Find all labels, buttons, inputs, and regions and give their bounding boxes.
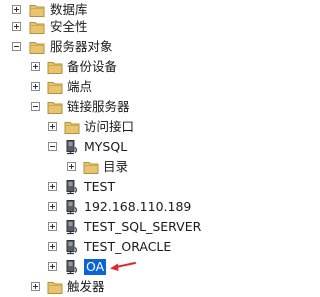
expand-plus-icon[interactable] <box>48 262 57 271</box>
tree-node-triggers[interactable]: 触发器 <box>0 277 272 297</box>
tree-node-label[interactable]: 服务器对象 <box>50 39 113 55</box>
tree-node-linked-servers[interactable]: 链接服务器 <box>0 97 272 117</box>
tree-node-server-objects[interactable]: 服务器对象 <box>0 37 272 57</box>
tree-node-catalogs[interactable]: 目录 <box>0 157 272 177</box>
tree-node-label[interactable]: 目录 <box>103 159 128 175</box>
folder-icon <box>83 159 99 175</box>
folder-icon <box>29 2 45 18</box>
linked-server-icon <box>64 199 80 215</box>
tree-node-label[interactable]: 访问接口 <box>84 119 134 135</box>
folder-icon <box>47 79 63 95</box>
tree-node-label[interactable]: TEST_SQL_SERVER <box>84 219 201 235</box>
object-explorer-tree: 数据库 安全性 服务器对象 备份设备 端点 链接服务器 访问接口 MYSQL 目… <box>0 0 272 297</box>
collapse-minus-icon[interactable] <box>31 102 40 111</box>
tree-node-label[interactable]: 192.168.110.189 <box>84 199 191 215</box>
tree-node-linked-server-oa[interactable]: OA <box>0 257 272 277</box>
expand-plus-icon[interactable] <box>48 202 57 211</box>
tree-node-label[interactable]: TEST <box>84 179 115 195</box>
linked-server-icon <box>64 219 80 235</box>
folder-icon <box>29 19 45 35</box>
tree-node-label[interactable]: 触发器 <box>67 279 105 295</box>
tree-node-linked-server-mysql[interactable]: MYSQL <box>0 137 272 157</box>
expand-plus-icon[interactable] <box>31 282 40 291</box>
linked-server-icon <box>64 259 80 275</box>
tree-node-endpoints[interactable]: 端点 <box>0 77 272 97</box>
collapse-minus-icon[interactable] <box>12 42 21 51</box>
tree-node-label[interactable]: 备份设备 <box>67 59 117 75</box>
tree-node-label[interactable]: 数据库 <box>50 2 88 18</box>
tree-node-label[interactable]: 端点 <box>67 79 92 95</box>
tree-node-security[interactable]: 安全性 <box>0 17 272 37</box>
folder-icon <box>29 39 45 55</box>
tree-node-label[interactable]: MYSQL <box>84 139 127 155</box>
tree-node-backup-devices[interactable]: 备份设备 <box>0 57 272 77</box>
expand-plus-icon[interactable] <box>48 222 57 231</box>
linked-server-icon <box>64 239 80 255</box>
tree-node-label[interactable]: 安全性 <box>50 19 88 35</box>
folder-icon <box>47 59 63 75</box>
collapse-minus-icon[interactable] <box>48 142 57 151</box>
expand-plus-icon[interactable] <box>12 5 21 14</box>
expand-plus-icon[interactable] <box>31 82 40 91</box>
folder-icon <box>47 99 63 115</box>
tree-node-providers[interactable]: 访问接口 <box>0 117 272 137</box>
expand-plus-icon[interactable] <box>48 242 57 251</box>
folder-icon <box>47 279 63 295</box>
expand-plus-icon[interactable] <box>48 182 57 191</box>
tree-node-linked-server-test[interactable]: TEST <box>0 177 272 197</box>
tree-node-label[interactable]: TEST_ORACLE <box>84 239 171 255</box>
linked-server-icon <box>64 139 80 155</box>
tree-node-linked-server-test-sql-server[interactable]: TEST_SQL_SERVER <box>0 217 272 237</box>
expand-plus-icon[interactable] <box>12 22 21 31</box>
tree-node-label[interactable]: 链接服务器 <box>67 99 130 115</box>
tree-node-linked-server-ip[interactable]: 192.168.110.189 <box>0 197 272 217</box>
expand-plus-icon[interactable] <box>67 162 76 171</box>
red-arrow-icon <box>110 262 136 271</box>
folder-icon <box>64 119 80 135</box>
linked-server-icon <box>64 179 80 195</box>
expand-plus-icon[interactable] <box>48 122 57 131</box>
tree-node-label-selected[interactable]: OA <box>84 259 107 275</box>
tree-node-linked-server-test-oracle[interactable]: TEST_ORACLE <box>0 237 272 257</box>
expand-plus-icon[interactable] <box>31 62 40 71</box>
